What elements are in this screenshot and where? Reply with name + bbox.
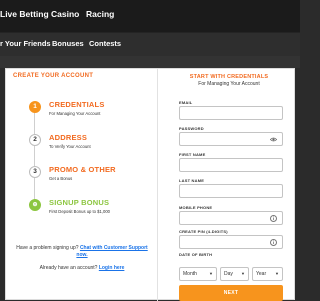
login-question: Already have an account?	[39, 265, 98, 271]
step-label: PROMO & OTHER	[49, 165, 116, 174]
password-field[interactable]	[179, 132, 283, 146]
dob-year-select[interactable]: Year ▼	[252, 267, 283, 281]
step-signup-bonus: ⊕ SIGNUP BONUS First Deposit Bonus up to…	[29, 198, 154, 229]
chat-support-link[interactable]: Chat with Customer Support	[80, 245, 148, 251]
create-account-title: CREATE YOUR ACCOUNT	[13, 73, 94, 79]
nav-casino[interactable]: Casino	[51, 9, 79, 19]
info-icon[interactable]: i	[270, 215, 277, 222]
step-credentials: 1 CREDENTIALS For Managing Your Account	[29, 100, 154, 131]
first-name-label: FIRST NAME	[179, 152, 206, 157]
signup-card: CREATE YOUR ACCOUNT 1 CREDENTIALS For Ma…	[5, 68, 295, 301]
first-name-field[interactable]	[179, 158, 283, 172]
chevron-down-icon: ▼	[209, 271, 213, 276]
support-help-text: Have a problem signing up? Chat with Cus…	[6, 245, 158, 259]
eye-icon[interactable]	[270, 136, 277, 143]
step-label: CREDENTIALS	[49, 100, 105, 109]
dob-label: DATE OF BIRTH	[179, 252, 213, 257]
nav-racing[interactable]: Racing	[86, 9, 114, 19]
step-number: 2	[29, 134, 41, 146]
email-field[interactable]	[179, 106, 283, 120]
chat-support-link-tail[interactable]: now.	[76, 252, 87, 258]
next-button[interactable]: NEXT	[179, 285, 283, 301]
year-value: Year	[256, 271, 267, 277]
dob-day-select[interactable]: Day ▼	[220, 267, 249, 281]
login-help-text: Already have an account? Login here	[6, 265, 158, 272]
email-label: EMAIL	[179, 100, 193, 105]
chevron-down-icon: ▼	[241, 271, 245, 276]
step-address: 2 ADDRESS To Verify Your Account	[29, 133, 154, 164]
form-title: START WITH CREDENTIALS	[189, 74, 269, 80]
nav-live-betting[interactable]: Live Betting	[0, 9, 49, 19]
pin-label: CREATE PIN (4-DIGITS)	[179, 229, 228, 234]
sub-navigation: r Your Friends Bonuses Contests	[0, 32, 300, 56]
step-label: SIGNUP BONUS	[49, 198, 110, 207]
pin-field[interactable]: i	[179, 235, 283, 249]
form-subtitle: For Managing Your Account	[198, 81, 260, 87]
password-label: PASSWORD	[179, 126, 204, 131]
step-number: 3	[29, 166, 41, 178]
top-navigation: Live Betting Casino Racing	[0, 0, 300, 32]
chevron-down-icon: ▼	[275, 271, 279, 276]
step-description: Get a Bonus	[49, 176, 73, 181]
help-question: Have a problem signing up?	[16, 245, 79, 251]
gift-icon: ⊕	[29, 199, 41, 211]
mobile-phone-field[interactable]: i	[179, 211, 283, 225]
step-description: To Verify Your Account	[49, 144, 91, 149]
month-value: Month	[183, 271, 197, 277]
day-value: Day	[224, 271, 233, 277]
last-name-label: LAST NAME	[179, 178, 205, 183]
steps-panel: CREATE YOUR ACCOUNT 1 CREDENTIALS For Ma…	[6, 69, 158, 301]
nav-contests[interactable]: Contests	[89, 39, 121, 48]
mobile-phone-label: MOBILE PHONE	[179, 205, 213, 210]
credentials-form: START WITH CREDENTIALS For Managing Your…	[164, 69, 294, 301]
dob-month-select[interactable]: Month ▼	[179, 267, 217, 281]
step-number: 1	[29, 101, 41, 113]
nav-refer-friends[interactable]: r Your Friends	[0, 39, 51, 48]
last-name-field[interactable]	[179, 184, 283, 198]
step-label: ADDRESS	[49, 133, 88, 142]
nav-bonuses[interactable]: Bonuses	[52, 39, 84, 48]
page-band	[0, 56, 300, 68]
step-description: First Deposit Bonus up to $1,000	[49, 209, 110, 214]
step-description: For Managing Your Account	[49, 111, 101, 116]
step-promo: 3 PROMO & OTHER Get a Bonus	[29, 165, 154, 196]
login-link[interactable]: Login here	[99, 265, 125, 271]
info-icon[interactable]: i	[270, 239, 277, 246]
